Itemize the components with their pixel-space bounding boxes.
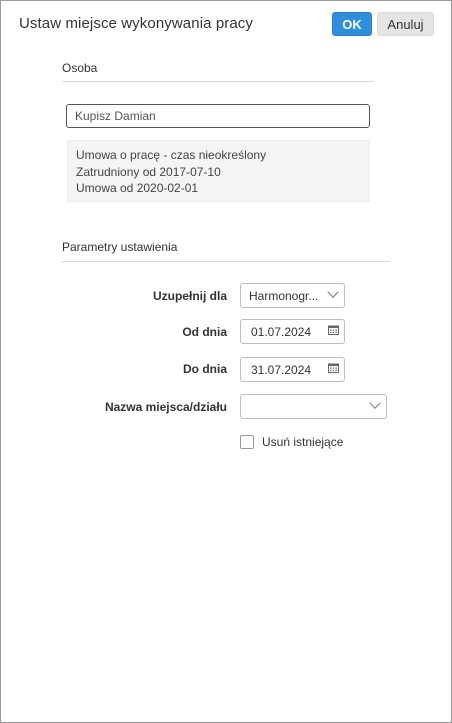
params-section-divider <box>62 261 390 262</box>
fill-for-label: Uzupełnij dla <box>152 289 227 303</box>
calendar-icon[interactable] <box>328 325 339 335</box>
remove-existing-label[interactable]: Usuń istniejące <box>262 435 343 449</box>
to-date-input[interactable]: 31.07.2024 <box>240 357 345 382</box>
cancel-button[interactable]: Anuluj <box>377 12 434 36</box>
ok-button[interactable]: OK <box>332 12 372 36</box>
info-line-contract: Umowa o pracę - czas nieokreślony <box>76 148 267 162</box>
dialog: Ustaw miejsce wykonywania pracy OK Anulu… <box>0 0 452 723</box>
person-section-title: Osoba <box>62 61 98 75</box>
person-section-divider <box>62 81 374 82</box>
chevron-down-icon <box>369 397 381 409</box>
place-name-select[interactable] <box>240 394 387 419</box>
to-date-value: 31.07.2024 <box>251 362 312 377</box>
from-date-value: 01.07.2024 <box>251 324 312 339</box>
dialog-title: Ustaw miejsce wykonywania pracy <box>19 15 254 32</box>
calendar-icon[interactable] <box>328 363 339 373</box>
fill-for-select[interactable]: Harmonogr... <box>240 283 345 308</box>
params-section-title: Parametry ustawienia <box>62 240 178 254</box>
remove-existing-checkbox[interactable] <box>240 435 254 449</box>
from-date-label: Od dnia <box>182 325 227 339</box>
person-field[interactable]: Kupisz Damian <box>66 104 370 128</box>
fill-for-value: Harmonogr... <box>249 288 319 303</box>
place-name-label: Nazwa miejsca/działu <box>104 400 227 414</box>
from-date-input[interactable]: 01.07.2024 <box>240 319 345 344</box>
chevron-down-icon <box>327 286 339 298</box>
info-line-contract-since: Umowa od 2020-02-01 <box>76 181 199 195</box>
to-date-label: Do dnia <box>183 362 227 376</box>
employment-info: Umowa o pracę - czas nieokreślony Zatrud… <box>67 140 370 202</box>
info-line-employed-since: Zatrudniony od 2017-07-10 <box>76 164 221 179</box>
